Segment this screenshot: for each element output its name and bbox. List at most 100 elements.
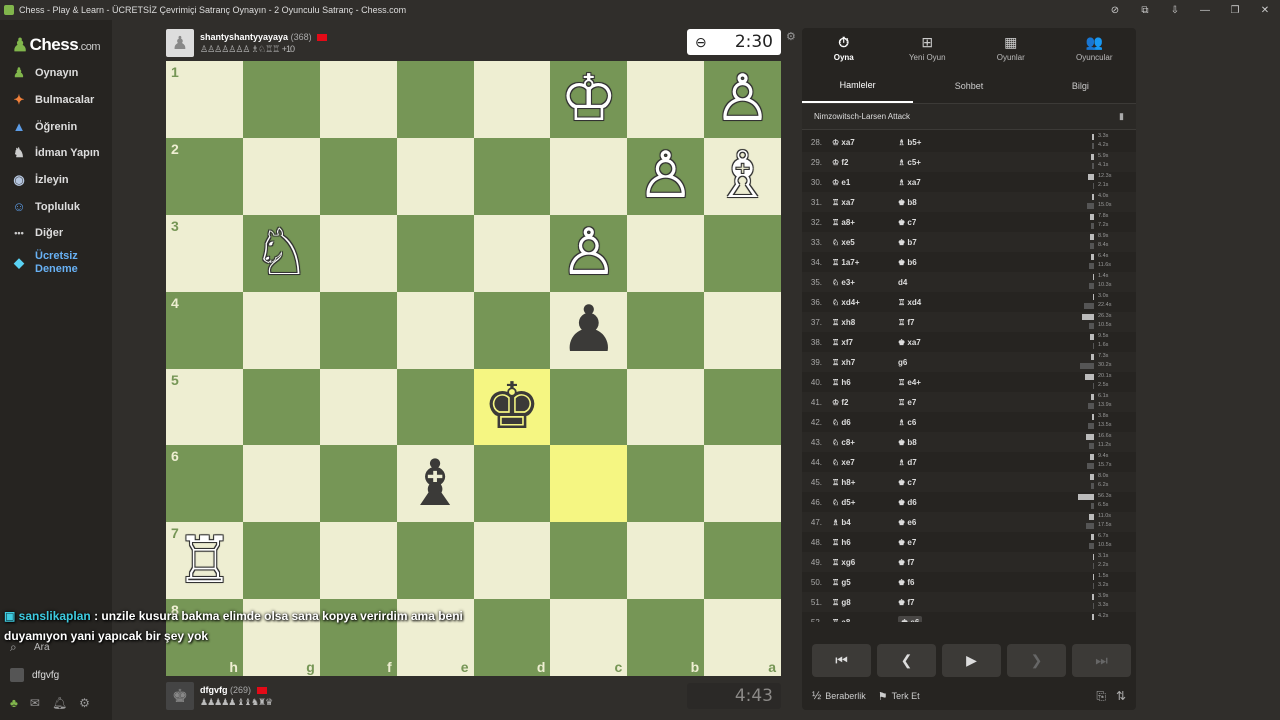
board-square[interactable]: [473, 445, 551, 523]
board-square[interactable]: 7 ♖: [166, 522, 243, 600]
black-move[interactable]: ♚ c7: [898, 478, 958, 487]
board-square[interactable]: 3: [166, 214, 243, 292]
board-square[interactable]: [242, 61, 320, 138]
chess-piece[interactable]: ♚: [483, 375, 540, 439]
eye-off-icon[interactable]: ⊘: [1100, 5, 1130, 16]
top-player-name[interactable]: shantyshantyyayaya: [200, 32, 288, 42]
sidebar-item-4[interactable]: ◉ İzleyin: [0, 167, 112, 194]
board-square[interactable]: [319, 368, 397, 446]
tab-3[interactable]: 👥 Oyuncular: [1053, 28, 1137, 68]
board-square[interactable]: [704, 214, 781, 292]
board-square[interactable]: ♙: [550, 214, 628, 292]
board-square[interactable]: [550, 522, 628, 600]
white-move[interactable]: ♘ xd4+: [832, 298, 898, 307]
board-square[interactable]: [473, 137, 551, 215]
prev-move-button[interactable]: ❮: [877, 644, 936, 677]
board-square[interactable]: [396, 137, 474, 215]
board-square[interactable]: b: [627, 599, 705, 676]
board-square[interactable]: c: [550, 599, 628, 676]
draw-button[interactable]: ½ Beraberlik: [812, 690, 866, 702]
board-square[interactable]: [319, 445, 397, 523]
board-square[interactable]: [473, 61, 551, 138]
board-square[interactable]: [704, 291, 781, 369]
play-button[interactable]: ▶: [942, 644, 1001, 677]
board-square[interactable]: ♘: [242, 214, 320, 292]
board-square[interactable]: ♗: [704, 137, 781, 215]
board-square[interactable]: [627, 61, 705, 138]
sidebar-item-6[interactable]: ••• Diğer: [0, 220, 112, 247]
black-move[interactable]: d4: [898, 278, 958, 287]
board-square[interactable]: ♙: [704, 61, 781, 138]
board-square[interactable]: ♙: [627, 137, 705, 215]
white-move[interactable]: ♘ d6: [832, 418, 898, 427]
white-move[interactable]: ♖ h6: [832, 378, 898, 387]
share-icon[interactable]: ⎘: [1096, 689, 1106, 704]
chess-piece[interactable]: ♙: [714, 67, 771, 131]
board-square[interactable]: [396, 61, 474, 138]
board-square[interactable]: [242, 137, 320, 215]
white-move[interactable]: ♖ g5: [832, 578, 898, 587]
white-move[interactable]: ♖ xh8: [832, 318, 898, 327]
white-move[interactable]: ♘ c8+: [832, 438, 898, 447]
chess-board[interactable]: 1 ♔ ♙ 2 ♙ ♗ 3 ♘ ♙ 4 ♟ 5 ♚ 6 ♝ 7 ♖ 8 h g f e d c b a: [166, 61, 781, 676]
board-settings-icon[interactable]: ⚙: [786, 30, 796, 43]
board-square[interactable]: ♟: [550, 291, 628, 369]
chess-piece[interactable]: ♙: [560, 221, 617, 285]
board-square[interactable]: [550, 368, 628, 446]
black-move[interactable]: g6: [898, 358, 958, 367]
board-square[interactable]: 2: [166, 137, 243, 215]
black-move[interactable]: ♚ b7: [898, 238, 958, 247]
board-square[interactable]: [319, 137, 397, 215]
top-player-avatar[interactable]: ♟: [166, 29, 194, 57]
board-square[interactable]: ♚: [473, 368, 551, 446]
white-move[interactable]: ♔ e1: [832, 178, 898, 187]
white-move[interactable]: ♖ h8+: [832, 478, 898, 487]
board-square[interactable]: [242, 445, 320, 523]
black-move[interactable]: ♗ c5+: [898, 158, 958, 167]
sidebar-item-5[interactable]: ☺ Topluluk: [0, 193, 112, 220]
black-move[interactable]: ♚ e6: [898, 518, 958, 527]
black-move[interactable]: ♗ c6: [898, 418, 958, 427]
white-move[interactable]: ♗ b4: [832, 518, 898, 527]
board-square[interactable]: [396, 214, 474, 292]
board-square[interactable]: [704, 522, 781, 600]
white-move[interactable]: ♘ xe7: [832, 458, 898, 467]
sidebar-item-3[interactable]: ♞ İdman Yapın: [0, 140, 112, 167]
subtab-0[interactable]: Hamleler: [802, 68, 914, 103]
white-move[interactable]: ♖ 1a7+: [832, 258, 898, 267]
chess-piece[interactable]: ♝: [406, 452, 463, 516]
board-square[interactable]: [319, 291, 397, 369]
board-square[interactable]: a: [704, 599, 781, 676]
board-square[interactable]: [550, 137, 628, 215]
white-move[interactable]: ♖ g8: [832, 598, 898, 607]
tab-1[interactable]: ⊞ Yeni Oyun: [886, 28, 970, 68]
white-move[interactable]: ♖ xg6: [832, 558, 898, 567]
chess-piece[interactable]: ♔: [560, 67, 617, 131]
board-square[interactable]: 1: [166, 61, 243, 138]
chess-piece[interactable]: ♘: [253, 221, 310, 285]
board-square[interactable]: [627, 368, 705, 446]
white-move[interactable]: ♖ a8: [832, 618, 898, 623]
bell-icon[interactable]: 🔔︎: [52, 696, 67, 710]
board-square[interactable]: 5: [166, 368, 243, 446]
white-move[interactable]: ♔ xa7: [832, 138, 898, 147]
last-move-button[interactable]: ⏭: [1072, 644, 1131, 677]
black-move[interactable]: ♚ b8: [898, 198, 958, 207]
black-move[interactable]: ♗ b5+: [898, 138, 958, 147]
flip-board-icon[interactable]: ⇅: [1116, 689, 1126, 704]
board-square[interactable]: [242, 522, 320, 600]
white-move[interactable]: ♘ e3+: [832, 278, 898, 287]
white-move[interactable]: ♖ h6: [832, 538, 898, 547]
black-move[interactable]: ♚ c7: [898, 218, 958, 227]
white-move[interactable]: ♘ d5+: [832, 498, 898, 507]
board-square[interactable]: ♔: [550, 61, 628, 138]
tab-0[interactable]: ⏱ Oyna: [802, 28, 886, 68]
black-move[interactable]: ♚ e7: [898, 538, 958, 547]
book-icon[interactable]: ▮: [1119, 111, 1124, 122]
board-square[interactable]: [396, 291, 474, 369]
board-square[interactable]: [242, 368, 320, 446]
resign-button[interactable]: ⚑ Terk Et: [878, 690, 920, 703]
white-move[interactable]: ♖ xf7: [832, 338, 898, 347]
board-square[interactable]: [473, 522, 551, 600]
black-move[interactable]: ♖ e7: [898, 398, 958, 407]
